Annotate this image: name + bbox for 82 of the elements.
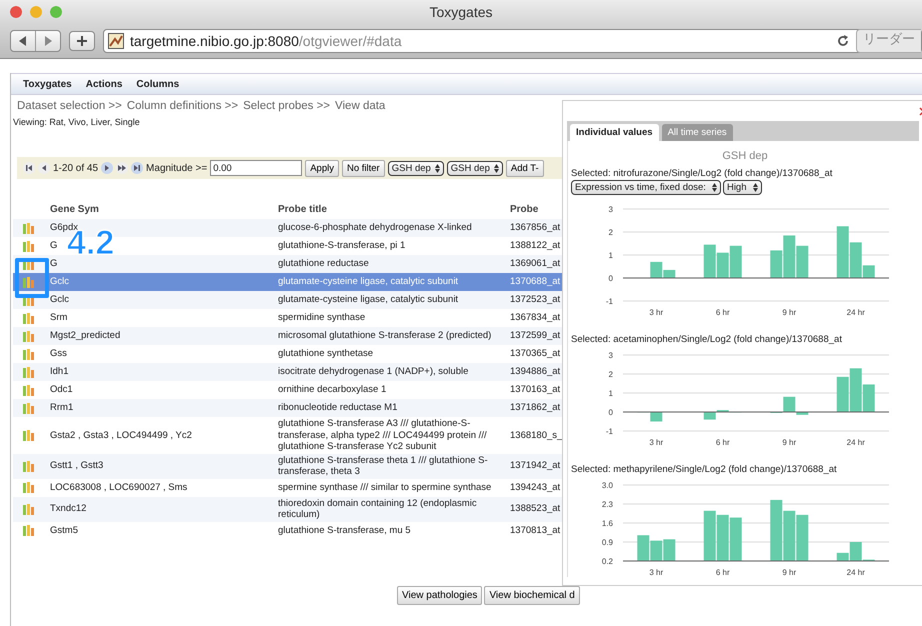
probe-id: 1368180_s_ — [510, 430, 562, 440]
probe-id: 1371942_at — [510, 460, 560, 472]
gene-symbol: Gclc — [50, 276, 69, 288]
gene-symbol: Srm — [50, 312, 68, 324]
probe-title: glutathione synthetase — [278, 348, 374, 360]
probe-title: isocitrate dehydrogenase 1 (NADP+), soluble — [278, 366, 468, 378]
probe-id: 1388122_at — [510, 240, 560, 252]
probe-id: 1369061_at — [510, 258, 560, 270]
probe-id: 1394243_at — [510, 482, 560, 493]
probe-title: glutamate-cysteine ligase, catalytic subunit — [278, 294, 458, 306]
gene-symbol: G — [50, 240, 58, 252]
y-tick-label: 3.0 — [602, 481, 613, 490]
probe-title: ornithine decarboxylase 1 — [278, 384, 386, 396]
probe-id: 1388523_at — [510, 503, 560, 514]
gene-symbol: Rrm1 — [50, 402, 74, 414]
gene-symbol: LOC683008 , LOC690027 , Sms — [50, 482, 188, 493]
x-tick-label: 6 hr — [716, 438, 730, 447]
x-tick-label: 6 hr — [716, 568, 730, 577]
x-tick-label: 24 hr — [846, 308, 865, 317]
probe-id: 1367856_at — [510, 222, 560, 234]
probe-title: glutamate-cysteine ligase, catalytic subunit — [278, 276, 458, 288]
x-tick-label: 6 hr — [716, 308, 730, 317]
probe-title: glucose-6-phosphate dehydrogenase X-linked — [278, 222, 472, 234]
probe-title: spermine synthase /// similar to spermine synthase — [278, 482, 492, 493]
y-tick-label: -1 — [606, 297, 613, 306]
probe-title: ribonucleotide reductase M1 — [278, 402, 398, 414]
gene-symbol: Txndc12 — [50, 503, 86, 514]
y-tick-label: 0.9 — [602, 538, 613, 547]
magnitude-label: Magnitude >= — [146, 162, 208, 174]
probe-title: microsomal glutathione S-transferase 2 (predicted) — [278, 330, 492, 342]
gene-symbol: G — [50, 258, 58, 270]
gene-symbol: Gstt1 , Gstt3 — [50, 460, 104, 472]
gene-symbol: Gstm5 — [50, 524, 78, 536]
viewing-label: Viewing: Rat, Vivo, Liver, Single — [13, 117, 141, 127]
y-tick-label: 3 — [608, 205, 613, 214]
selection-caption: Selected: methapyrilene/Single/Log2 (fold change)/1370688_at — [571, 464, 838, 475]
gene-symbol: Gclc — [50, 294, 69, 306]
gene-symbol: Mgst2_predicted — [50, 330, 120, 342]
x-tick-label: 9 hr — [782, 438, 796, 447]
y-tick-label: 2 — [608, 228, 613, 237]
x-tick-label: 24 hr — [846, 438, 865, 447]
probe-id: 1371862_at — [510, 402, 560, 414]
chart-title: GSH dep — [721, 150, 769, 162]
x-tick-label: 9 hr — [782, 308, 796, 317]
probe-id: 1372599_at — [510, 330, 560, 342]
selection-caption: Selected: nitrofurazone/Single/Log2 (fold change)/1370688_at — [571, 168, 834, 179]
probe-id: 1372523_at — [510, 294, 560, 306]
y-tick-label: 1 — [608, 251, 613, 260]
x-tick-label: 9 hr — [782, 568, 796, 577]
y-tick-label: 3 — [608, 351, 613, 360]
window-title: Toxygates — [428, 4, 494, 20]
y-tick-label: 2.3 — [602, 500, 613, 509]
y-tick-label: 0 — [608, 408, 613, 417]
y-tick-label: 1.6 — [602, 519, 613, 528]
gene-symbol: Gss — [50, 348, 67, 360]
probe-id: 1370365_at — [510, 348, 560, 360]
gene-symbol: Gsta2 , Gsta3 , LOC494499 , Yc2 — [50, 430, 192, 440]
y-tick-label: 1 — [608, 389, 613, 398]
x-tick-label: 3 hr — [649, 568, 664, 577]
probe-id: 1394886_at — [510, 366, 560, 378]
probe-id: 1370688_at — [510, 276, 560, 288]
probe-id: 1367834_at — [510, 312, 560, 324]
probe-id: 1370813_at — [510, 524, 560, 536]
page-range: 1-20 of 45 — [53, 162, 98, 174]
gene-symbol: G6pdx — [50, 222, 78, 234]
probe-id: 1370163_at — [510, 384, 560, 396]
x-tick-label: 24 hr — [846, 568, 865, 577]
x-tick-label: 3 hr — [649, 438, 664, 447]
x-tick-label: 3 hr — [649, 308, 664, 317]
probe-title: glutathione S-transferase theta 1 /// glutathione S-transferase, theta 3 — [278, 454, 488, 477]
y-tick-label: -1 — [606, 427, 613, 436]
probe-title: glutathione-S-transferase, pi 1 — [278, 240, 406, 252]
gene-symbol: Idh1 — [50, 366, 68, 378]
y-tick-label: 2 — [608, 370, 613, 379]
y-tick-label: 0 — [608, 274, 613, 283]
gene-symbol: Odc1 — [50, 384, 73, 396]
probe-title: spermidine synthase — [278, 312, 366, 324]
y-tick-label: 0.2 — [602, 557, 613, 566]
probe-title: glutathione S-transferase, mu 5 — [278, 524, 411, 536]
probe-title: glutathione reductase — [278, 258, 369, 270]
probe-title: thioredoxin domain containing 12 (endoplasmic reticulum) — [278, 498, 477, 520]
selection-caption: Selected: acetaminophen/Single/Log2 (fold change)/1370688_at — [571, 334, 843, 345]
